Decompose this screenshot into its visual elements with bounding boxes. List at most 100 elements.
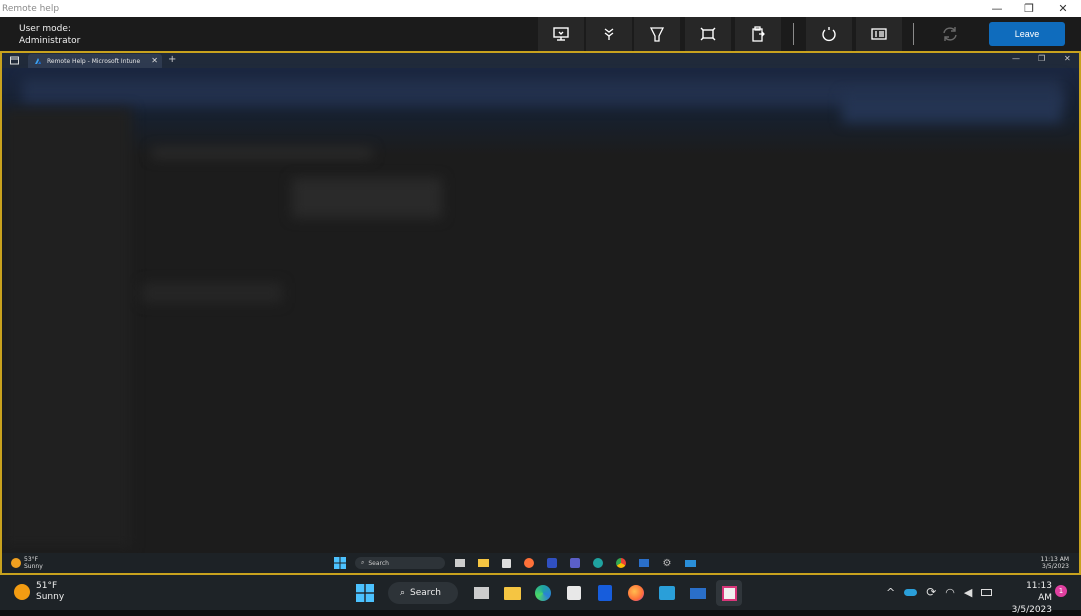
new-tab-icon[interactable]: + <box>168 54 176 65</box>
store-button[interactable] <box>561 580 587 606</box>
search-box[interactable]: ⌕ Search <box>388 582 458 604</box>
remote-close-icon[interactable]: ✕ <box>1064 54 1071 63</box>
remote-minimize-icon[interactable]: — <box>1012 54 1020 63</box>
remote-start-button[interactable] <box>332 555 348 571</box>
remote-session-view[interactable]: Remote Help - Microsoft Intune ✕ + — ❐ ✕… <box>0 51 1081 575</box>
chrome-icon <box>616 558 626 568</box>
firefox-icon <box>628 585 644 601</box>
clipboard-button[interactable] <box>735 17 781 51</box>
remote-taskbar: 53°F Sunny ⌕ Search ⚙ 11:13 AM 3/5/2023 <box>2 553 1079 573</box>
remote-search-label: Search <box>368 559 389 567</box>
bitwarden-button[interactable] <box>592 580 618 606</box>
remote-settings-button[interactable]: ⚙ <box>659 555 675 571</box>
clock[interactable]: 11:13 AM 3/5/2023 <box>1010 580 1052 616</box>
tab-actions-icon[interactable] <box>10 56 19 65</box>
weather-temp: 51°F <box>36 581 58 591</box>
file-explorer-button[interactable] <box>499 580 525 606</box>
close-tab-icon[interactable]: ✕ <box>151 56 158 65</box>
restart-button[interactable] <box>806 17 852 51</box>
task-view-icon <box>455 559 465 567</box>
blurred-sidebar <box>2 108 132 548</box>
people-button[interactable] <box>654 580 680 606</box>
teams-icon <box>570 558 580 568</box>
session-toolbar: User mode: Administrator Leave <box>0 17 1081 51</box>
restore-button[interactable]: ❐ <box>1012 0 1046 17</box>
firefox-button[interactable] <box>623 580 649 606</box>
taskbar-apps: ⌕ Search <box>352 579 742 607</box>
fullscreen-button[interactable] <box>685 17 731 51</box>
task-view-icon <box>473 587 489 599</box>
weather-widget[interactable]: 51°F Sunny <box>14 581 64 603</box>
close-button[interactable]: ✕ <box>1046 0 1080 17</box>
remote-explorer-button[interactable] <box>475 555 491 571</box>
remote-teams-button[interactable] <box>567 555 583 571</box>
leave-button[interactable]: Leave <box>989 22 1065 46</box>
remote-task-view-button[interactable] <box>452 555 468 571</box>
shield-icon <box>598 585 612 601</box>
volume-icon[interactable]: ◀ <box>964 586 972 599</box>
remote-app-button[interactable] <box>544 555 560 571</box>
azure-logo-icon <box>35 58 41 64</box>
remote-edge-button[interactable] <box>590 555 606 571</box>
edge-icon <box>593 558 603 568</box>
blurred-title <box>152 148 372 158</box>
search-icon: ⌕ <box>400 588 406 598</box>
clipboard-icon <box>752 26 765 42</box>
sync-icon[interactable]: ⟳ <box>926 585 936 599</box>
remote-help-button[interactable] <box>682 555 698 571</box>
firefox-icon <box>524 558 534 568</box>
remote-desktop-content <box>2 68 1079 553</box>
remote-taskbar-apps: ⌕ Search ⚙ <box>332 555 698 571</box>
task-manager-button[interactable] <box>856 17 902 51</box>
notification-badge[interactable]: 1 <box>1055 585 1067 597</box>
folder-icon <box>503 586 521 600</box>
remote-browser-tab-title: Remote Help - Microsoft Intune <box>47 57 141 65</box>
fullscreen-icon <box>700 27 716 41</box>
remote-time: 11:13 AM <box>1040 556 1069 563</box>
remote-clock[interactable]: 11:13 AM 3/5/2023 <box>1041 556 1069 570</box>
remote-date: 3/5/2023 <box>1042 563 1069 570</box>
wifi-icon[interactable]: ◠ <box>945 586 955 599</box>
remote-chrome-button[interactable] <box>613 555 629 571</box>
laser-pointer-button[interactable] <box>586 17 632 51</box>
minimize-button[interactable]: — <box>980 0 1014 17</box>
remote-browser-tab[interactable]: Remote Help - Microsoft Intune ✕ <box>28 54 162 68</box>
remote-help-icon <box>721 585 737 601</box>
battery-icon[interactable] <box>981 588 993 596</box>
highlighter-icon <box>649 27 665 42</box>
remote-desktop-button[interactable] <box>685 580 711 606</box>
close-icon: ✕ <box>1058 2 1068 15</box>
remote-firefox-button[interactable] <box>521 555 537 571</box>
sun-icon <box>11 558 21 568</box>
blurred-item <box>142 283 282 303</box>
control-toggle-button[interactable] <box>538 17 584 51</box>
blurred-header-right <box>842 93 1062 123</box>
sun-icon <box>14 584 30 600</box>
refresh-button[interactable] <box>927 17 973 51</box>
remote-help-taskbar-button[interactable] <box>716 580 742 606</box>
remote-desktop-icon <box>690 587 706 599</box>
restart-icon <box>822 27 836 42</box>
search-icon: ⌕ <box>361 559 365 566</box>
task-view-button[interactable] <box>468 580 494 606</box>
edge-button[interactable] <box>530 580 556 606</box>
folder-icon <box>477 559 489 567</box>
system-tray: ^ ⟳ ◠ ◀ <box>886 581 993 603</box>
user-mode: User mode: Administrator <box>19 23 80 47</box>
start-button[interactable] <box>352 580 378 606</box>
taskbar: 51°F Sunny ⌕ Search ^ ⟳ ◠ ◀ 11:13 AM 3/5… <box>0 575 1081 615</box>
remote-search-box[interactable]: ⌕ Search <box>355 557 445 569</box>
highlighter-button[interactable] <box>634 17 680 51</box>
remote-store-button[interactable] <box>498 555 514 571</box>
app-icon <box>547 558 557 568</box>
remote-terminal-button[interactable] <box>636 555 652 571</box>
minimize-icon: — <box>991 2 1003 15</box>
task-manager-icon <box>871 28 887 40</box>
remote-weather-widget[interactable]: 53°F Sunny <box>11 556 43 570</box>
chevron-up-icon[interactable]: ^ <box>886 586 895 599</box>
windows-logo-icon <box>334 557 346 569</box>
refresh-icon <box>943 27 957 41</box>
gear-icon: ⚙ <box>662 557 672 569</box>
remote-restore-icon[interactable]: ❐ <box>1038 54 1045 63</box>
onedrive-icon[interactable] <box>904 588 918 596</box>
